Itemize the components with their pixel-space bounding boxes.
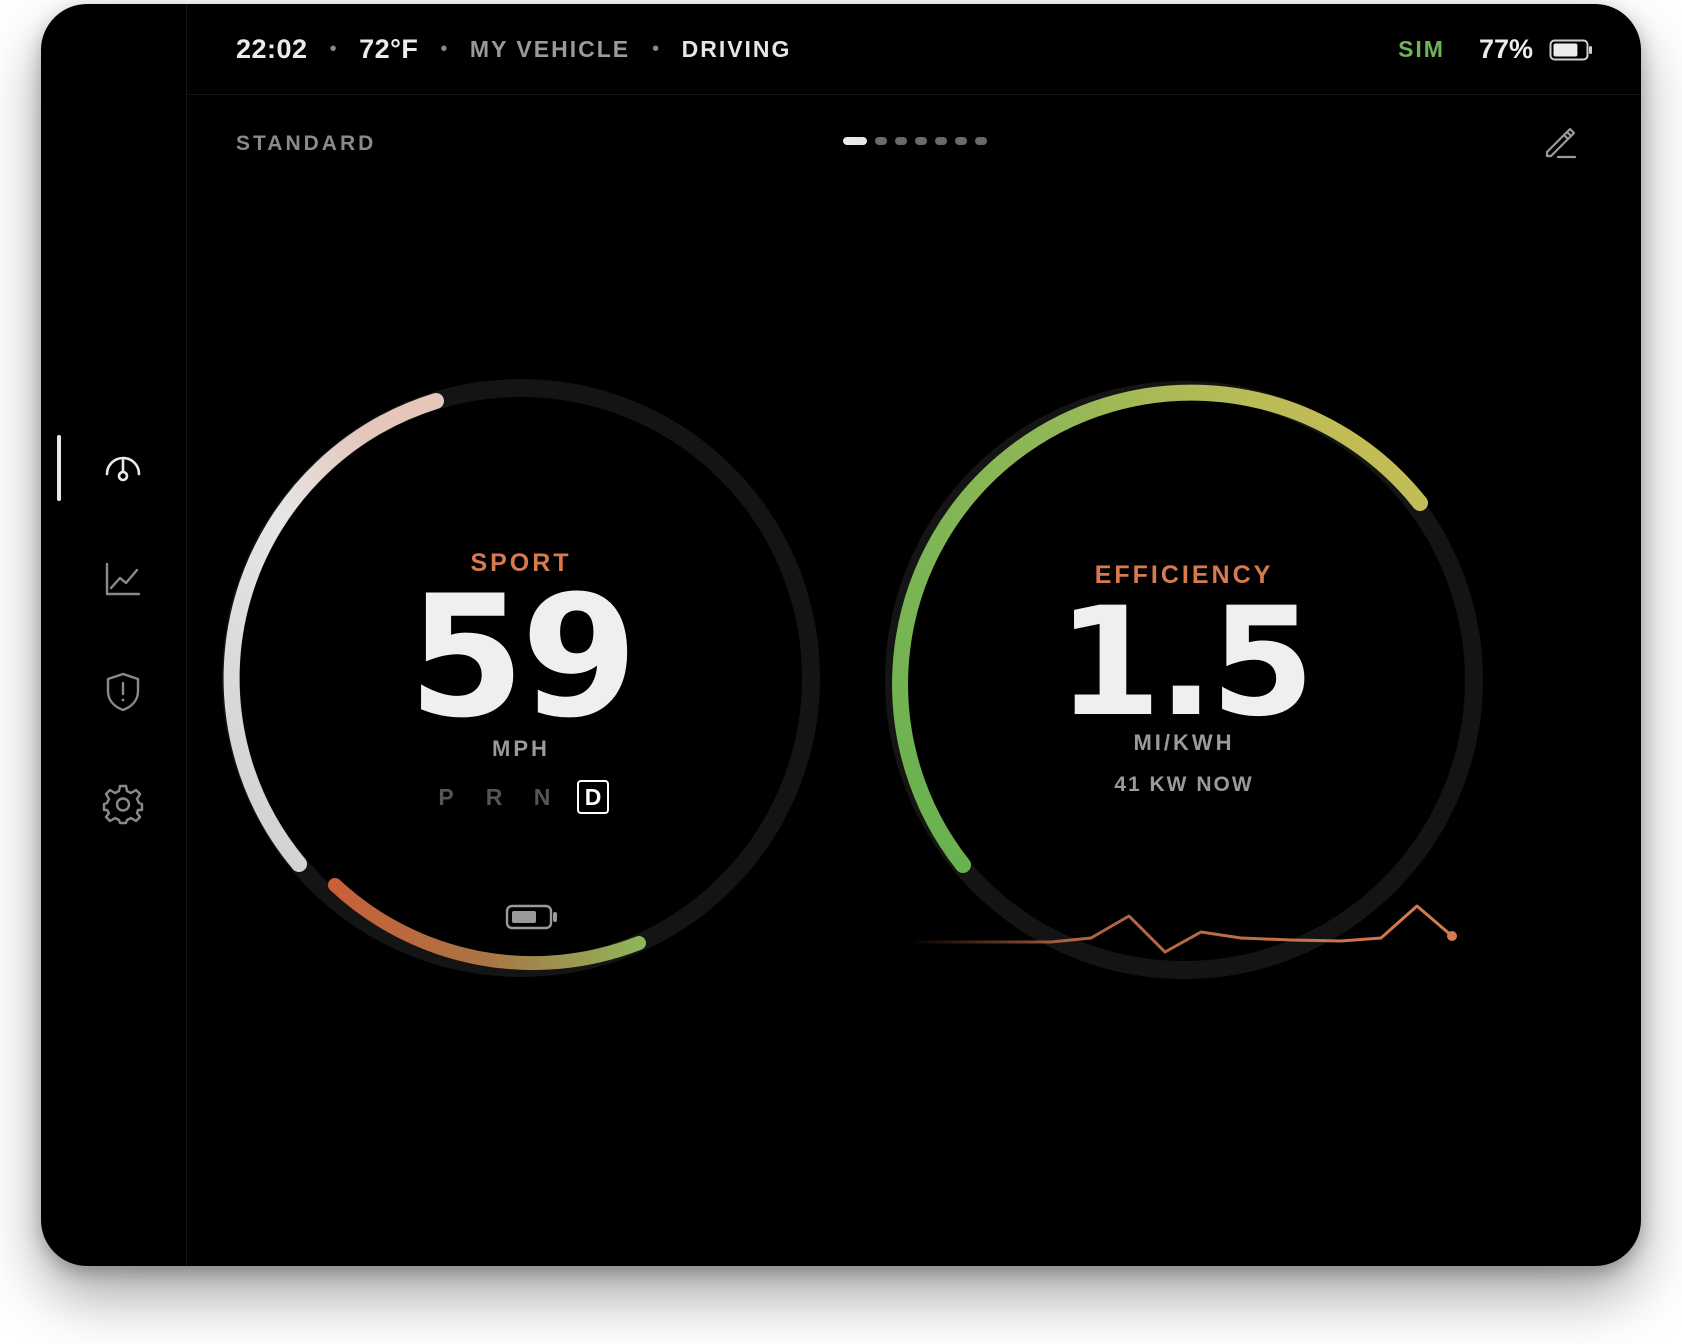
gear-d[interactable]: D [577,780,609,814]
power-readout: 41 KW NOW [1114,773,1254,796]
speed-unit: MPH [492,736,550,761]
efficiency-value: 1.5 [1057,576,1315,750]
gear-selector: PRND [371,780,671,814]
efficiency-unit: MI/KWH [1133,730,1235,755]
gear-p[interactable]: P [433,784,459,811]
gauge-graphics [222,379,1483,979]
regen-arc [328,878,646,971]
gear-r[interactable]: R [481,784,507,811]
dashboard-screen: 22:02 • 72°F • MY VEHICLE • DRIVING SIM … [41,4,1641,1266]
speed-value: 59 [408,559,638,755]
sparkline-current-point [1447,931,1457,941]
battery-small-icon [505,904,557,930]
gear-n[interactable]: N [529,784,555,811]
